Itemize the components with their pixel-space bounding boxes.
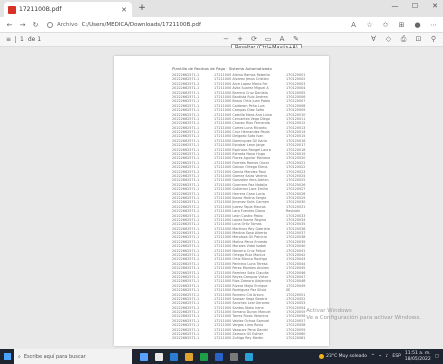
refresh-icon[interactable]: ↻ — [32, 21, 39, 29]
watermark-title: Activar Windows — [306, 308, 352, 314]
excel-icon[interactable] — [200, 352, 208, 361]
nav-buttons: ← → ↻ — [0, 21, 39, 29]
clock[interactable]: 11:51 a. m. 18/05/2022 — [405, 351, 431, 362]
page-number-input[interactable]: 1 — [20, 36, 24, 43]
pdf-actions: ∀ ◇ ⎙ ⊡ ⚲ — [370, 35, 437, 44]
settings-icon[interactable] — [230, 352, 238, 361]
page-total: de 1 — [27, 36, 42, 43]
back-icon[interactable]: ← — [6, 21, 13, 29]
url-label: Archivo — [57, 21, 78, 28]
maximize-icon[interactable]: ☐ — [411, 2, 419, 10]
clock-time: 11:51 a. m. — [404, 351, 431, 356]
search-icon: ⌕ — [18, 353, 21, 360]
forward-icon[interactable]: → — [19, 21, 26, 29]
info-icon[interactable] — [47, 21, 53, 28]
url-path: C:/Users/MEDICA/Downloads/1721100B.pdf — [81, 21, 201, 28]
print-icon[interactable]: ⎙ — [400, 35, 407, 44]
minimize-icon[interactable]: — — [391, 2, 399, 10]
system-tray: 23°C Muy soleado ^ ⌁ ♪ ESP 11:51 a. m. 1… — [319, 351, 439, 362]
edge-icon[interactable] — [170, 352, 178, 361]
volume-icon[interactable]: ♪ — [386, 354, 389, 359]
search-placeholder: Escribe aquí para buscar — [23, 353, 86, 360]
tray-chevron-icon[interactable]: ^ — [371, 354, 375, 359]
pdf-viewer[interactable]: Plantilla de Recibos de Pago · Sistema A… — [0, 48, 443, 349]
document-rows: 20222662571-1 17211000 Albino Ramos Rober… — [172, 73, 320, 341]
save-icon[interactable]: ⊡ — [415, 35, 422, 44]
table-row: 20222662571-1 17211000 Zuñiga Rey Martin 1… — [172, 336, 320, 340]
contents-icon[interactable]: ≡ — [6, 36, 11, 43]
new-tab-icon[interactable]: + — [137, 3, 147, 13]
zoom-in-icon[interactable]: + — [236, 35, 244, 43]
pdf-toolbar: ≡ 1 de 1 − + ⟳ ▭ A ✎ ∀ ◇ ⎙ ⊡ ⚲ — [0, 33, 443, 47]
page-view-icon[interactable]: ▭ — [264, 35, 272, 43]
read-aloud-pdf-icon[interactable]: A — [278, 35, 286, 43]
folder-icon[interactable] — [185, 352, 193, 361]
url-field[interactable]: Archivo C:/Users/MEDICA/Downloads/172110… — [47, 21, 257, 28]
table-cell: 20222662571-1 — [172, 336, 200, 341]
pdf-nav: ≡ 1 de 1 — [6, 36, 41, 43]
tab-title: 1721100B.pdf — [19, 6, 62, 13]
windows-logo-icon — [3, 353, 11, 360]
tab-strip: 1721100B.pdf ✕ + — ☐ ✕ — [0, 0, 443, 17]
taskbar: ⌕ Escribe aquí para buscar 23°C Muy sole… — [0, 349, 443, 364]
tab-close-icon[interactable]: ✕ — [120, 6, 128, 14]
pdf-file-icon — [8, 5, 16, 14]
window-controls: — ☐ ✕ — [391, 2, 439, 10]
weather-text: 23°C Muy soleado — [326, 354, 367, 359]
task-view-icon[interactable] — [140, 352, 148, 361]
clock-date: 18/05/2022 — [404, 356, 431, 362]
outlook-icon[interactable] — [245, 352, 253, 361]
highlight-icon[interactable]: ✎ — [292, 35, 300, 43]
notifications-icon[interactable]: ▢ — [435, 354, 439, 359]
table-cell: 170120061 — [286, 336, 306, 341]
address-bar: ← → ↻ Archivo C:/Users/MEDICA/Downloads/… — [0, 17, 443, 33]
zoom-out-icon[interactable]: − — [222, 35, 230, 43]
erase-icon[interactable]: ◇ — [385, 35, 392, 44]
tab-pdf[interactable]: 1721100B.pdf ✕ — [4, 2, 132, 17]
collections-icon[interactable]: ⊞ — [398, 21, 405, 29]
network-icon[interactable]: ⌁ — [379, 354, 382, 359]
start-button[interactable] — [0, 349, 14, 364]
taskbar-search[interactable]: ⌕ Escribe aquí para buscar — [14, 349, 132, 364]
draw-icon[interactable]: ∀ — [370, 35, 377, 44]
fit-page-icon[interactable]: ⟳ — [250, 35, 258, 43]
word-icon[interactable] — [215, 352, 223, 361]
language-indicator[interactable]: ESP — [392, 354, 400, 359]
read-aloud-icon[interactable]: A — [350, 21, 357, 29]
pin-icon[interactable]: ⚲ — [430, 35, 437, 44]
pdf-page: Plantilla de Recibos de Pago · Sistema A… — [114, 56, 329, 346]
favorite-icon[interactable]: ☆ — [366, 21, 373, 29]
pdf-zoom-tools: − + ⟳ ▭ A ✎ — [222, 35, 300, 43]
taskbar-apps — [140, 352, 253, 361]
more-icon[interactable]: ⋯ — [430, 21, 437, 29]
document-header: Plantilla de Recibos de Pago · Sistema A… — [172, 66, 272, 71]
table-cell: 17211000 Zuñiga Rey Martin — [214, 336, 264, 341]
profile-icon[interactable]: ● — [414, 21, 421, 29]
toolbar-divider — [15, 36, 17, 43]
activation-watermark: Activar Windows Ve a Configuración para … — [306, 308, 421, 322]
weather-widget[interactable]: 23°C Muy soleado — [319, 354, 367, 359]
favorites-bar-icon[interactable]: ✩ — [382, 21, 389, 29]
browser-actions: A ☆ ✩ ⊞ ● ⋯ — [350, 21, 437, 29]
file-explorer-icon[interactable] — [155, 352, 163, 361]
sun-icon — [319, 354, 325, 359]
close-window-icon[interactable]: ✕ — [431, 2, 439, 10]
watermark-subtitle: Ve a Configuración para activar Windows. — [306, 315, 421, 321]
